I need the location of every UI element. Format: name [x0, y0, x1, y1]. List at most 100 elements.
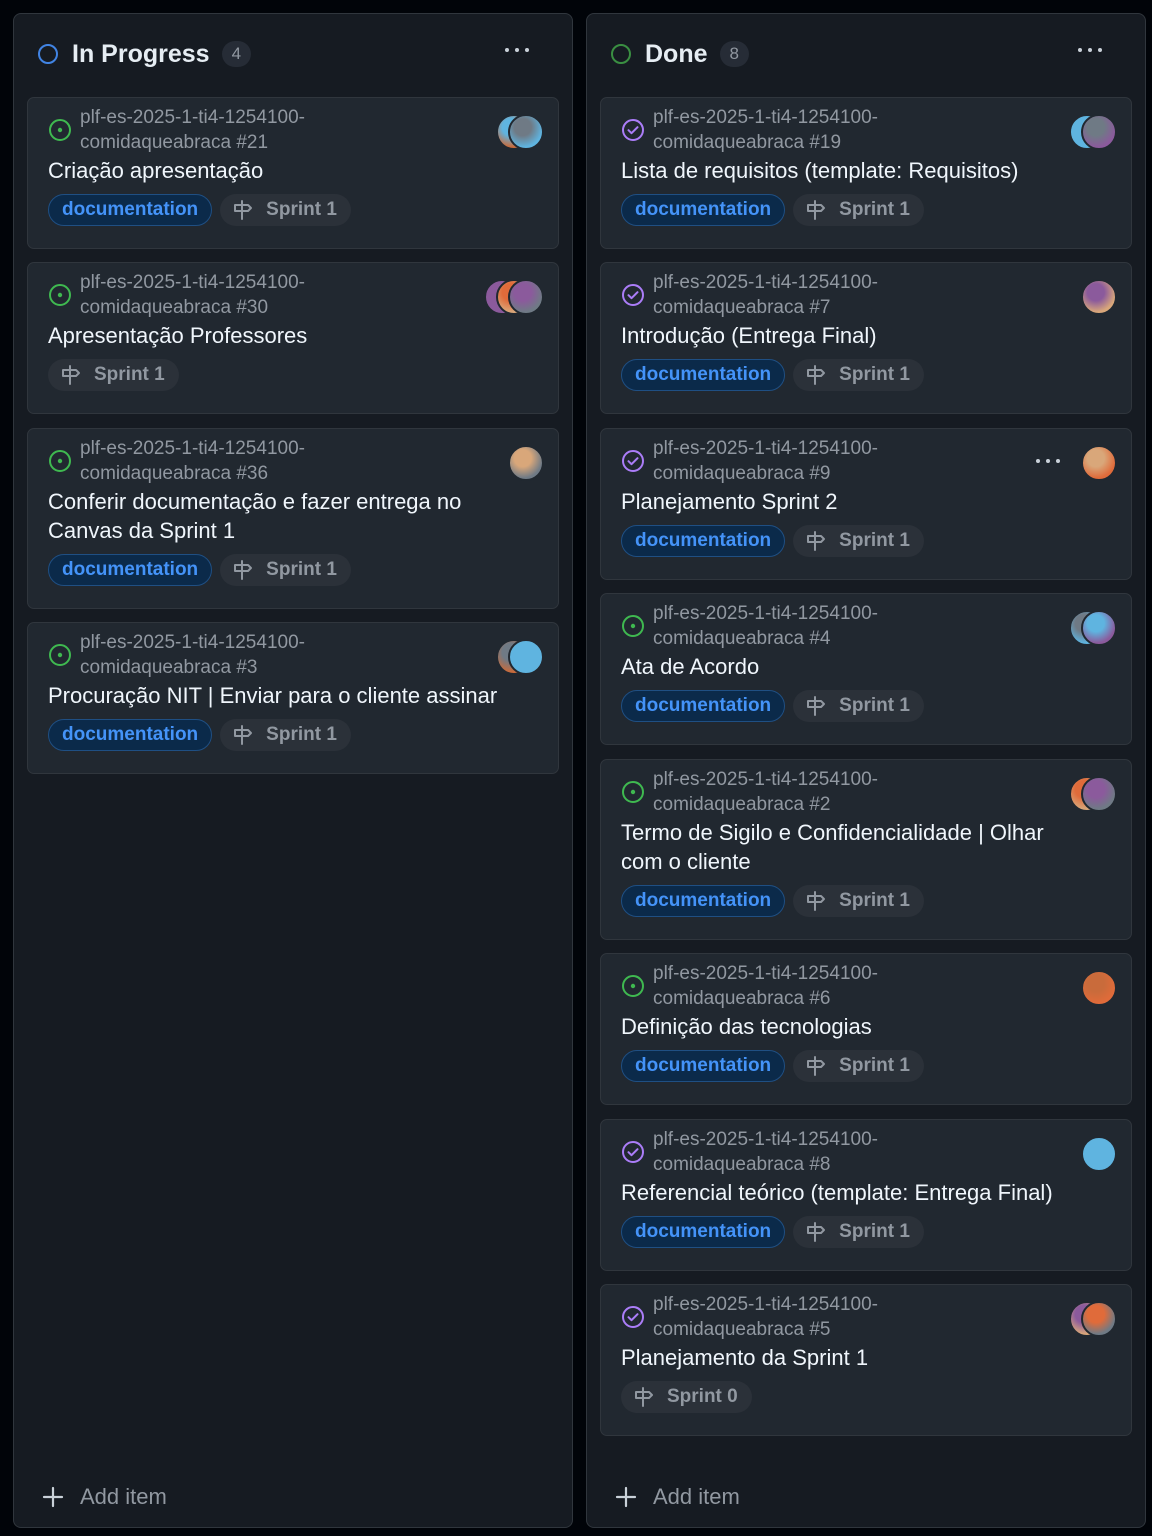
issue-repo[interactable]: plf-es-2025-1-ti4-1254100- comidaqueabrac… — [653, 767, 973, 817]
label-documentation[interactable]: documentation — [48, 194, 213, 226]
issue-number: comidaqueabraca #7 — [653, 297, 831, 318]
milestone-icon — [232, 724, 260, 746]
assignee-avatars[interactable] — [1081, 1136, 1117, 1172]
issue-title[interactable]: Conferir documentação e fazer entrega no… — [48, 487, 518, 545]
sprint-field[interactable]: Sprint 1 — [793, 1216, 924, 1248]
issue-closed-icon — [621, 118, 645, 142]
assignee-avatars[interactable] — [1081, 445, 1117, 481]
issue-card[interactable]: plf-es-2025-1-ti4-1254100- comidaqueabrac… — [27, 622, 559, 774]
issue-labels: documentation Sprint 1 — [621, 885, 924, 917]
sprint-field[interactable]: Sprint 1 — [793, 194, 924, 226]
label-documentation[interactable]: documentation — [48, 554, 213, 586]
label-documentation[interactable]: documentation — [621, 194, 786, 226]
milestone-icon — [232, 559, 260, 581]
issue-card[interactable]: plf-es-2025-1-ti4-1254100- comidaqueabrac… — [600, 262, 1132, 414]
issue-title[interactable]: Planejamento Sprint 2 — [621, 487, 1091, 516]
issue-repo[interactable]: plf-es-2025-1-ti4-1254100- comidaqueabrac… — [653, 961, 973, 1011]
repo-name: plf-es-2025-1-ti4-1254100- — [653, 603, 878, 624]
assignee-avatars[interactable] — [1081, 279, 1117, 315]
issue-title[interactable]: Introdução (Entrega Final) — [621, 321, 1091, 350]
repo-name: plf-es-2025-1-ti4-1254100- — [80, 272, 305, 293]
issue-card[interactable]: plf-es-2025-1-ti4-1254100- comidaqueabrac… — [27, 262, 559, 414]
issue-card[interactable]: plf-es-2025-1-ti4-1254100- comidaqueabrac… — [600, 953, 1132, 1105]
column-menu-button[interactable] — [1075, 38, 1105, 62]
milestone-icon — [805, 1221, 833, 1243]
issue-repo[interactable]: plf-es-2025-1-ti4-1254100- comidaqueabrac… — [80, 270, 400, 320]
column-in-progress: In Progress 4 plf-es-2025-1-ti4-1254100-… — [13, 13, 573, 1528]
label-documentation[interactable]: documentation — [621, 690, 786, 722]
assignee-avatars[interactable] — [1069, 776, 1117, 812]
issue-opened-icon — [48, 643, 72, 667]
label-documentation[interactable]: documentation — [621, 885, 786, 917]
assignee-avatars[interactable] — [508, 445, 544, 481]
issue-card[interactable]: plf-es-2025-1-ti4-1254100- comidaqueabrac… — [600, 428, 1132, 580]
issue-card[interactable]: plf-es-2025-1-ti4-1254100- comidaqueabrac… — [600, 1284, 1132, 1436]
assignee-avatars[interactable] — [1069, 1301, 1117, 1337]
issue-title[interactable]: Apresentação Professores — [48, 321, 518, 350]
issue-title[interactable]: Procuração NIT | Enviar para o cliente a… — [48, 681, 518, 710]
add-item-label: Add item — [653, 1484, 740, 1509]
add-item-button[interactable]: Add item — [615, 1482, 740, 1512]
milestone-icon — [805, 530, 833, 552]
issue-title[interactable]: Lista de requisitos (template: Requisito… — [621, 156, 1091, 185]
kebab-horizontal-icon — [505, 48, 509, 52]
assignee-avatars[interactable] — [1069, 610, 1117, 646]
issue-repo[interactable]: plf-es-2025-1-ti4-1254100- comidaqueabrac… — [80, 436, 400, 486]
issue-card[interactable]: plf-es-2025-1-ti4-1254100- comidaqueabrac… — [27, 428, 559, 609]
sprint-field[interactable]: Sprint 1 — [48, 359, 179, 391]
assignee-avatars[interactable] — [1081, 970, 1117, 1006]
issue-repo[interactable]: plf-es-2025-1-ti4-1254100- comidaqueabrac… — [653, 1127, 973, 1177]
issue-card[interactable]: plf-es-2025-1-ti4-1254100- comidaqueabrac… — [600, 759, 1132, 940]
card-menu-button[interactable] — [1033, 449, 1063, 473]
assignee-avatars[interactable] — [496, 639, 544, 675]
sprint-field[interactable]: Sprint 1 — [220, 194, 351, 226]
label-documentation[interactable]: documentation — [621, 1216, 786, 1248]
issue-title[interactable]: Referencial teórico (template: Entrega F… — [621, 1178, 1091, 1207]
issue-title[interactable]: Termo de Sigilo e Confidencialidade | Ol… — [621, 818, 1091, 876]
milestone-icon — [232, 199, 260, 221]
issue-card[interactable]: plf-es-2025-1-ti4-1254100- comidaqueabrac… — [600, 1119, 1132, 1271]
issue-opened-icon — [48, 449, 72, 473]
issue-repo[interactable]: plf-es-2025-1-ti4-1254100- comidaqueabrac… — [653, 601, 973, 651]
add-item-button[interactable]: Add item — [42, 1482, 167, 1512]
issue-card[interactable]: plf-es-2025-1-ti4-1254100- comidaqueabrac… — [27, 97, 559, 249]
issue-repo[interactable]: plf-es-2025-1-ti4-1254100- comidaqueabrac… — [653, 1292, 973, 1342]
sprint-field[interactable]: Sprint 1 — [220, 719, 351, 751]
issue-title[interactable]: Criação apresentação — [48, 156, 518, 185]
sprint-label: Sprint 1 — [839, 695, 910, 716]
label-documentation[interactable]: documentation — [48, 719, 213, 751]
label-documentation[interactable]: documentation — [621, 359, 786, 391]
avatar — [1081, 445, 1117, 481]
sprint-field[interactable]: Sprint 1 — [220, 554, 351, 586]
sprint-field[interactable]: Sprint 1 — [793, 525, 924, 557]
issue-repo[interactable]: plf-es-2025-1-ti4-1254100- comidaqueabrac… — [80, 105, 400, 155]
label-documentation[interactable]: documentation — [621, 525, 786, 557]
issue-repo[interactable]: plf-es-2025-1-ti4-1254100- comidaqueabrac… — [80, 630, 400, 680]
assignee-avatars[interactable] — [1069, 114, 1117, 150]
column-menu-button[interactable] — [502, 38, 532, 62]
issue-opened-icon — [621, 974, 645, 998]
sprint-label: Sprint 1 — [266, 199, 337, 220]
sprint-field[interactable]: Sprint 1 — [793, 690, 924, 722]
issue-card[interactable]: plf-es-2025-1-ti4-1254100- comidaqueabrac… — [600, 97, 1132, 249]
sprint-field[interactable]: Sprint 1 — [793, 359, 924, 391]
sprint-field[interactable]: Sprint 1 — [793, 885, 924, 917]
assignee-avatars[interactable] — [484, 279, 544, 315]
sprint-field[interactable]: Sprint 1 — [793, 1050, 924, 1082]
issue-title[interactable]: Ata de Acordo — [621, 652, 1091, 681]
column-header: In Progress 4 — [38, 38, 572, 70]
avatar — [1081, 114, 1117, 150]
issue-title[interactable]: Definição das tecnologias — [621, 1012, 1091, 1041]
issue-repo[interactable]: plf-es-2025-1-ti4-1254100- comidaqueabrac… — [653, 270, 973, 320]
issue-number: comidaqueabraca #2 — [653, 794, 831, 815]
issue-repo[interactable]: plf-es-2025-1-ti4-1254100- comidaqueabrac… — [653, 436, 973, 486]
issue-title[interactable]: Planejamento da Sprint 1 — [621, 1343, 1091, 1372]
assignee-avatars[interactable] — [496, 114, 544, 150]
label-documentation[interactable]: documentation — [621, 1050, 786, 1082]
issue-labels: documentation Sprint 1 — [48, 554, 351, 586]
issue-labels: Sprint 1 — [48, 359, 179, 391]
issue-repo[interactable]: plf-es-2025-1-ti4-1254100- comidaqueabrac… — [653, 105, 973, 155]
sprint-field[interactable]: Sprint 0 — [621, 1381, 752, 1413]
issue-number: comidaqueabraca #9 — [653, 463, 831, 484]
issue-card[interactable]: plf-es-2025-1-ti4-1254100- comidaqueabrac… — [600, 593, 1132, 745]
